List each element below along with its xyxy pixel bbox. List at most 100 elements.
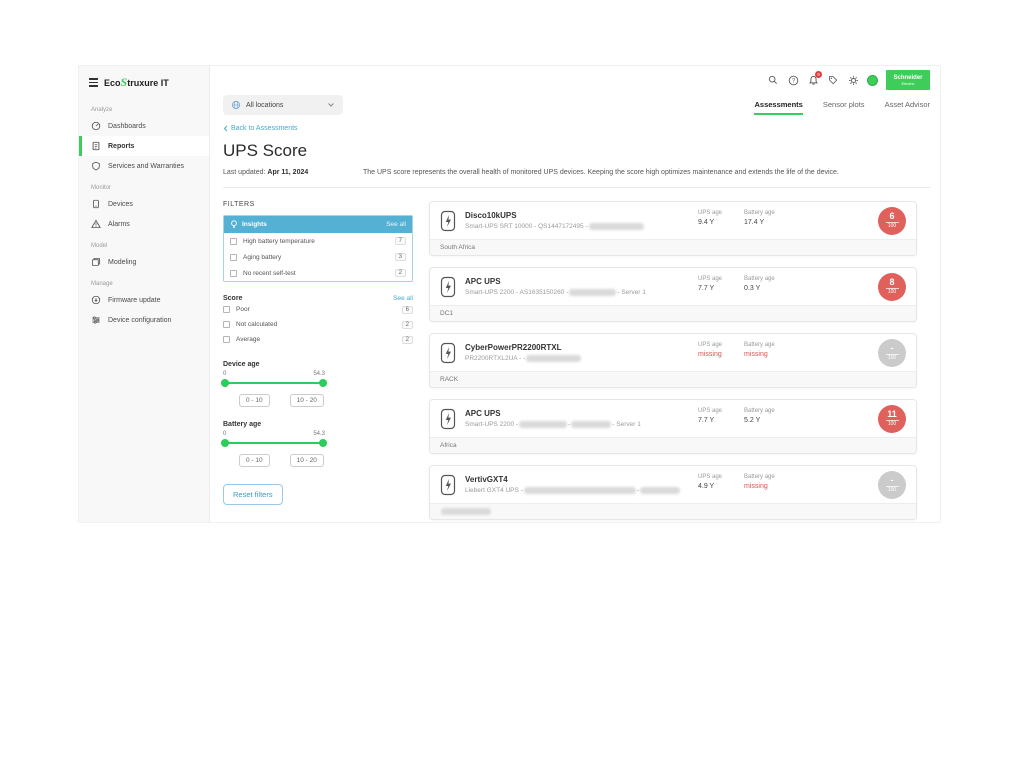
sidebar-item-device-configuration[interactable]: Device configuration <box>79 310 209 330</box>
device-model-serial: Smart-UPS 2200 - AS1635150260 - - Server… <box>465 289 646 296</box>
page-title: UPS Score <box>223 141 930 161</box>
ecostruxure-app-window: EcoStruxure IT Analyze Dashboards Report… <box>78 65 941 523</box>
app-logo: EcoStruxure IT <box>104 75 169 90</box>
filter-score-poor[interactable]: Poor 6 <box>223 302 413 317</box>
settings-gear-icon[interactable] <box>847 74 859 86</box>
device-card[interactable]: CyberPowerPR2200RTXL PR2200RTXL2UA - - U… <box>429 333 917 388</box>
battery-age-max: 54.3 <box>313 431 325 437</box>
filter-insight-no-recent-self-test[interactable]: No recent self-test 2 <box>224 265 412 281</box>
device-name: APC UPS <box>465 277 646 286</box>
gauge-icon <box>91 121 101 131</box>
filters-title: FILTERS <box>223 201 413 208</box>
sidebar-item-reports[interactable]: Reports <box>79 136 209 156</box>
ups-score-badge: 6 100 <box>878 207 906 235</box>
ups-age-label: UPS age <box>698 276 722 282</box>
tab-asset-advisor[interactable]: Asset Advisor <box>885 100 930 115</box>
ups-device-icon <box>440 276 456 298</box>
ups-device-icon <box>440 408 456 430</box>
count-chip: 7 <box>395 237 406 245</box>
ups-age-label: UPS age <box>698 210 722 216</box>
sidebar-section-analyze: Analyze <box>91 107 209 113</box>
device-age-range-10-20[interactable]: 10 - 20 <box>290 394 324 407</box>
device-model-serial: Smart-UPS 2200 - - - Server 1 <box>465 421 641 428</box>
ups-age-label: UPS age <box>698 474 722 480</box>
sidebar-item-dashboards[interactable]: Dashboards <box>79 116 209 136</box>
slider-handle-max[interactable] <box>319 439 327 447</box>
ups-device-icon <box>440 210 456 232</box>
count-chip: 2 <box>402 321 413 329</box>
sidebar-item-alarms[interactable]: Alarms <box>79 214 209 234</box>
sidebar-item-devices[interactable]: Devices <box>79 194 209 214</box>
checkbox[interactable] <box>223 306 230 313</box>
filter-score-average[interactable]: Average 2 <box>223 332 413 347</box>
back-to-assessments-link[interactable]: Back to Assessments <box>223 125 298 132</box>
menu-icon[interactable] <box>89 78 98 87</box>
score-denominator: 100 <box>888 290 896 295</box>
sidebar-section-manage: Manage <box>91 281 209 287</box>
slider-handle-min[interactable] <box>221 379 229 387</box>
ups-age-value: 9.4 Y <box>698 219 722 226</box>
ups-device-icon <box>440 474 456 496</box>
device-model-serial: Smart-UPS SRT 10000 - QS1447172495 - <box>465 223 645 230</box>
filter-score-not-calculated[interactable]: Not calculated 2 <box>223 317 413 332</box>
device-age-range-0-10[interactable]: 0 - 10 <box>239 394 270 407</box>
sidebar-section-monitor: Monitor <box>91 185 209 191</box>
notifications-icon[interactable]: 9 <box>807 74 819 86</box>
device-model-serial: Liebert GXT4 UPS - - <box>465 487 681 494</box>
device-location: RACK <box>430 371 916 387</box>
device-card[interactable]: Disco10kUPS Smart-UPS SRT 10000 - QS1447… <box>429 201 917 256</box>
sidebar-item-services-and-warranties[interactable]: Services and Warranties <box>79 156 209 176</box>
sidebar-item-modeling[interactable]: Modeling <box>79 252 209 272</box>
slider-handle-min[interactable] <box>221 439 229 447</box>
battery-age-label: Battery age <box>744 408 775 414</box>
warranty-tag-icon <box>91 161 101 171</box>
help-icon[interactable]: ? <box>787 74 799 86</box>
insights-see-all-link[interactable]: See all <box>386 221 406 228</box>
insights-header[interactable]: Insights See all <box>224 216 412 233</box>
count-chip: 2 <box>402 336 413 344</box>
device-location: South Africa <box>430 239 916 255</box>
device-card[interactable]: APC UPS Smart-UPS 2200 - - - Server 1 UP… <box>429 399 917 454</box>
battery-age-range-10-20[interactable]: 10 - 20 <box>290 454 324 467</box>
battery-age-label: Battery age <box>744 342 775 348</box>
tab-assessments[interactable]: Assessments <box>754 100 802 115</box>
battery-age-value: 0.3 Y <box>744 285 775 292</box>
checkbox[interactable] <box>223 321 230 328</box>
battery-age-title: Battery age <box>223 421 413 428</box>
page-description: The UPS score represents the overall hea… <box>363 169 839 176</box>
battery-age-range-0-10[interactable]: 0 - 10 <box>239 454 270 467</box>
user-avatar[interactable] <box>867 75 878 86</box>
search-icon[interactable] <box>767 74 779 86</box>
score-see-all-link[interactable]: See all <box>393 295 413 302</box>
device-location: Africa <box>430 437 916 453</box>
sidebar: EcoStruxure IT Analyze Dashboards Report… <box>79 66 210 522</box>
score-filter-title: Score <box>223 295 242 302</box>
battery-age-slider[interactable] <box>223 439 325 447</box>
sidebar-item-firmware-update[interactable]: Firmware update <box>79 290 209 310</box>
filter-insight-high-battery-temperature[interactable]: High battery temperature 7 <box>224 233 412 249</box>
checkbox[interactable] <box>230 254 237 261</box>
device-list: Disco10kUPS Smart-UPS SRT 10000 - QS1447… <box>429 201 917 522</box>
reset-filters-button[interactable]: Reset filters <box>223 484 283 505</box>
device-card[interactable]: APC UPS Smart-UPS 2200 - AS1635150260 - … <box>429 267 917 322</box>
score-denominator: 100 <box>888 422 896 427</box>
ups-age-value: 7.7 Y <box>698 285 722 292</box>
filter-insight-aging-battery[interactable]: Aging battery 3 <box>224 249 412 265</box>
feedback-tag-icon[interactable] <box>827 74 839 86</box>
tab-sensor-plots[interactable]: Sensor plots <box>823 100 865 115</box>
device-age-slider[interactable] <box>223 379 325 387</box>
device-name: Disco10kUPS <box>465 211 645 220</box>
alarm-triangle-icon <box>91 219 101 229</box>
checkbox[interactable] <box>230 238 237 245</box>
insights-filter-box: Insights See all High battery temperatur… <box>223 215 413 282</box>
device-name: APC UPS <box>465 409 641 418</box>
ups-score-badge: 8 100 <box>878 273 906 301</box>
checkbox[interactable] <box>223 336 230 343</box>
schneider-electric-logo[interactable]: Schneider Electric <box>886 70 930 90</box>
checkbox[interactable] <box>230 270 237 277</box>
slider-handle-max[interactable] <box>319 379 327 387</box>
location-selector[interactable]: All locations <box>223 95 343 115</box>
ups-age-value: missing <box>698 351 722 358</box>
battery-age-label: Battery age <box>744 474 775 480</box>
device-card[interactable]: VertivGXT4 Liebert GXT4 UPS - - UPS age … <box>429 465 917 520</box>
